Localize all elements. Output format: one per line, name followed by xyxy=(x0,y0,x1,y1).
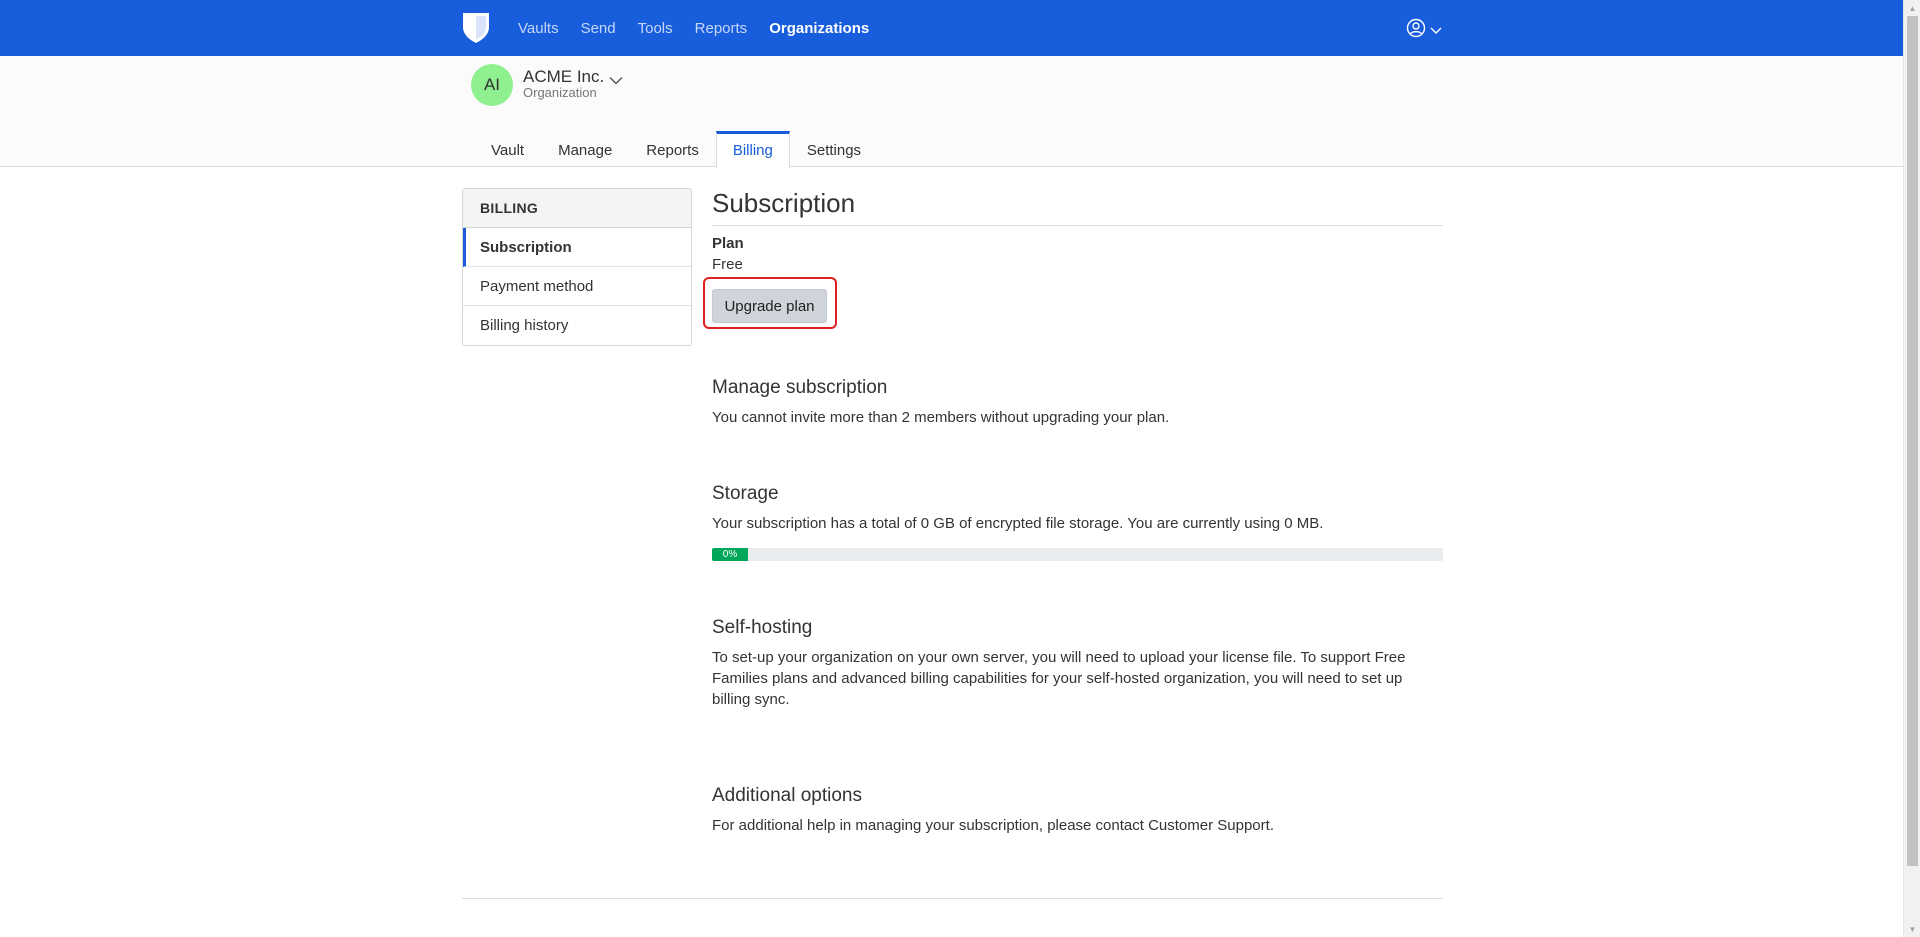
shield-icon[interactable] xyxy=(462,10,492,46)
nav-reports[interactable]: Reports xyxy=(695,20,748,37)
manage-subscription-title: Manage subscription xyxy=(712,377,888,398)
main-content: Subscription Plan Free Upgrade plan Mana… xyxy=(703,188,1443,834)
tab-vault[interactable]: Vault xyxy=(474,131,541,167)
storage-progress: 0% xyxy=(712,548,1443,561)
user-circle-icon xyxy=(1406,18,1426,43)
storage-text: Your subscription has a total of 0 GB of… xyxy=(712,515,1324,532)
manage-subscription-text: You cannot invite more than 2 members wi… xyxy=(712,409,1170,426)
navbar-inner: Vaults Send Tools Reports Organizations xyxy=(462,0,1442,56)
storage-progress-bar: 0% xyxy=(712,548,748,561)
org-header xyxy=(0,56,1903,167)
storage-title: Storage xyxy=(712,483,779,504)
caret-down-icon xyxy=(1430,22,1442,40)
page-title: Subscription xyxy=(712,188,1443,226)
top-navbar: Vaults Send Tools Reports Organizations xyxy=(0,0,1903,56)
nav-links: Vaults Send Tools Reports Organizations xyxy=(518,20,891,37)
billing-sidebar: BILLING Subscription Payment method Bill… xyxy=(462,188,692,346)
chevron-down-icon[interactable] xyxy=(609,72,623,90)
org-type: Organization xyxy=(523,85,597,100)
tab-settings[interactable]: Settings xyxy=(790,131,878,167)
account-menu-button[interactable] xyxy=(1406,18,1442,43)
nav-vaults[interactable]: Vaults xyxy=(518,20,559,37)
additional-options-title: Additional options xyxy=(712,785,862,806)
sidebar-item-billing-history[interactable]: Billing history xyxy=(463,306,691,345)
tab-manage[interactable]: Manage xyxy=(541,131,629,167)
self-hosting-title: Self-hosting xyxy=(712,617,813,638)
sidebar-item-subscription[interactable]: Subscription xyxy=(463,228,691,267)
sidebar-item-payment-method[interactable]: Payment method xyxy=(463,267,691,306)
nav-organizations[interactable]: Organizations xyxy=(769,20,869,37)
avatar: AI xyxy=(471,64,513,106)
sidebar-heading: BILLING xyxy=(463,189,691,228)
plan-value: Free xyxy=(712,256,743,273)
upgrade-plan-button[interactable]: Upgrade plan xyxy=(712,289,827,323)
nav-tools[interactable]: Tools xyxy=(638,20,673,37)
page-scrollbar[interactable]: ▲ ▼ xyxy=(1903,0,1920,937)
scroll-down-icon[interactable]: ▼ xyxy=(1904,921,1920,937)
org-tabs: Vault Manage Reports Billing Settings xyxy=(474,131,878,168)
plan-label: Plan xyxy=(712,235,744,252)
nav-send[interactable]: Send xyxy=(581,20,616,37)
tab-reports[interactable]: Reports xyxy=(629,131,716,167)
scrollbar-thumb[interactable] xyxy=(1907,16,1918,866)
tab-billing[interactable]: Billing xyxy=(715,131,790,168)
additional-options-text: For additional help in managing your sub… xyxy=(712,817,1274,834)
org-name: ACME Inc. xyxy=(523,67,605,86)
scroll-up-icon[interactable]: ▲ xyxy=(1904,0,1920,16)
self-hosting-text: To set-up your organization on your own … xyxy=(712,649,1406,708)
footer-divider xyxy=(462,898,1443,899)
